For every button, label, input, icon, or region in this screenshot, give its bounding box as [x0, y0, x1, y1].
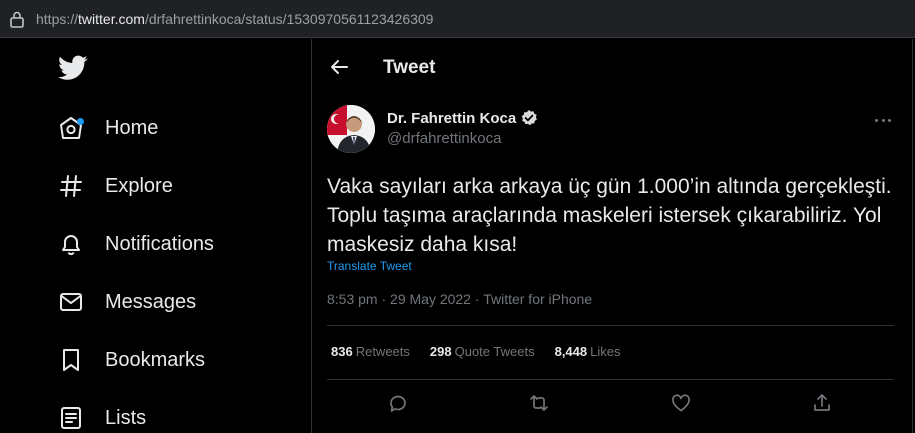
retweet-icon[interactable]	[528, 392, 550, 414]
notification-dot	[77, 118, 84, 125]
browser-address-bar[interactable]: https://twitter.com/drfahrettinkoca/stat…	[0, 0, 915, 38]
back-arrow-icon[interactable]	[328, 56, 350, 78]
sidebar-item-label: Bookmarks	[105, 348, 206, 371]
lock-icon	[10, 11, 24, 28]
dot	[881, 118, 885, 122]
sidebar-item-home[interactable]: Home	[57, 108, 158, 148]
dot	[888, 118, 891, 122]
sidebar: Home Explore Notifications Messages Book…	[0, 39, 311, 433]
like-heart-icon[interactable]	[670, 392, 692, 414]
likes-label: Likes	[590, 344, 621, 359]
sidebar-item-explore[interactable]: Explore	[57, 166, 173, 206]
meta-separator: ·	[470, 291, 484, 307]
sidebar-item-messages[interactable]: Messages	[57, 282, 196, 322]
translate-tweet-link[interactable]: Translate Tweet	[327, 259, 412, 273]
dot	[875, 118, 878, 122]
sidebar-item-label: Explore	[105, 174, 173, 197]
home-icon	[57, 114, 85, 142]
sidebar-item-lists[interactable]: Lists	[57, 398, 146, 433]
sidebar-item-label: Lists	[105, 406, 147, 429]
sidebar-item-label: Notifications	[105, 232, 214, 255]
profile-photo	[327, 105, 375, 153]
more-options-icon[interactable]	[872, 109, 894, 131]
retweets-stat[interactable]: 836 Retweets	[331, 344, 410, 359]
page-title: Tweet	[383, 57, 436, 78]
tweet-action-bar	[327, 389, 894, 417]
tweet-metadata: 8:53 pm · 29 May 2022 · Twitter for iPho…	[327, 291, 592, 307]
quotes-count: 298	[429, 344, 452, 359]
divider	[327, 379, 894, 380]
quote-tweets-stat[interactable]: 298 Quote Tweets	[430, 344, 535, 359]
url-text[interactable]: https://twitter.com/drfahrettinkoca/stat…	[36, 11, 433, 27]
bookmark-icon	[63, 349, 79, 371]
sidebar-item-label: Messages	[105, 290, 197, 313]
divider	[327, 325, 894, 326]
bell-icon	[62, 235, 80, 256]
tweet-timestamp[interactable]: 8:53 pm · 29 May 2022	[327, 291, 471, 307]
sidebar-item-label: Home	[105, 116, 159, 139]
author-name-text: Dr. Fahrettin Koca	[387, 109, 517, 127]
reply-icon[interactable]	[387, 392, 409, 414]
envelope-icon	[60, 293, 82, 311]
author-name[interactable]: Dr. Fahrettin Koca	[387, 109, 538, 127]
avatar[interactable]	[327, 105, 375, 153]
hashtag-icon	[60, 175, 82, 197]
column-divider-right	[912, 39, 913, 433]
sidebar-item-notifications[interactable]: Notifications	[57, 224, 214, 264]
quotes-label: Quote Tweets	[454, 344, 535, 359]
url-path: /drfahrettinkoca/status/1530970561123426…	[144, 11, 434, 27]
author-handle[interactable]: @drfahrettinkoca	[387, 130, 501, 147]
tweet-detail-column: Tweet Dr. Fahrettin Koca @drfahrettinkoc…	[312, 39, 912, 433]
twitter-bird-icon[interactable]	[58, 55, 88, 81]
tweet-text: Vaka sayıları arka arkaya üç gün 1.000’i…	[327, 175, 892, 256]
tweet-stats: 836 Retweets 298 Quote Tweets 8,448 Likes	[331, 344, 641, 359]
retweets-count: 836	[331, 344, 353, 359]
url-prefix: https://	[36, 11, 79, 27]
retweets-label: Retweets	[355, 344, 410, 359]
likes-stat[interactable]: 8,448 Likes	[555, 344, 621, 359]
sidebar-item-bookmarks[interactable]: Bookmarks	[57, 340, 205, 380]
url-host: twitter.com	[78, 11, 145, 27]
list-icon	[61, 407, 81, 429]
tweet-source[interactable]: Twitter for iPhone	[483, 291, 592, 307]
share-icon[interactable]	[811, 392, 833, 414]
likes-count: 8,448	[554, 344, 588, 359]
verified-badge-icon	[521, 110, 538, 126]
